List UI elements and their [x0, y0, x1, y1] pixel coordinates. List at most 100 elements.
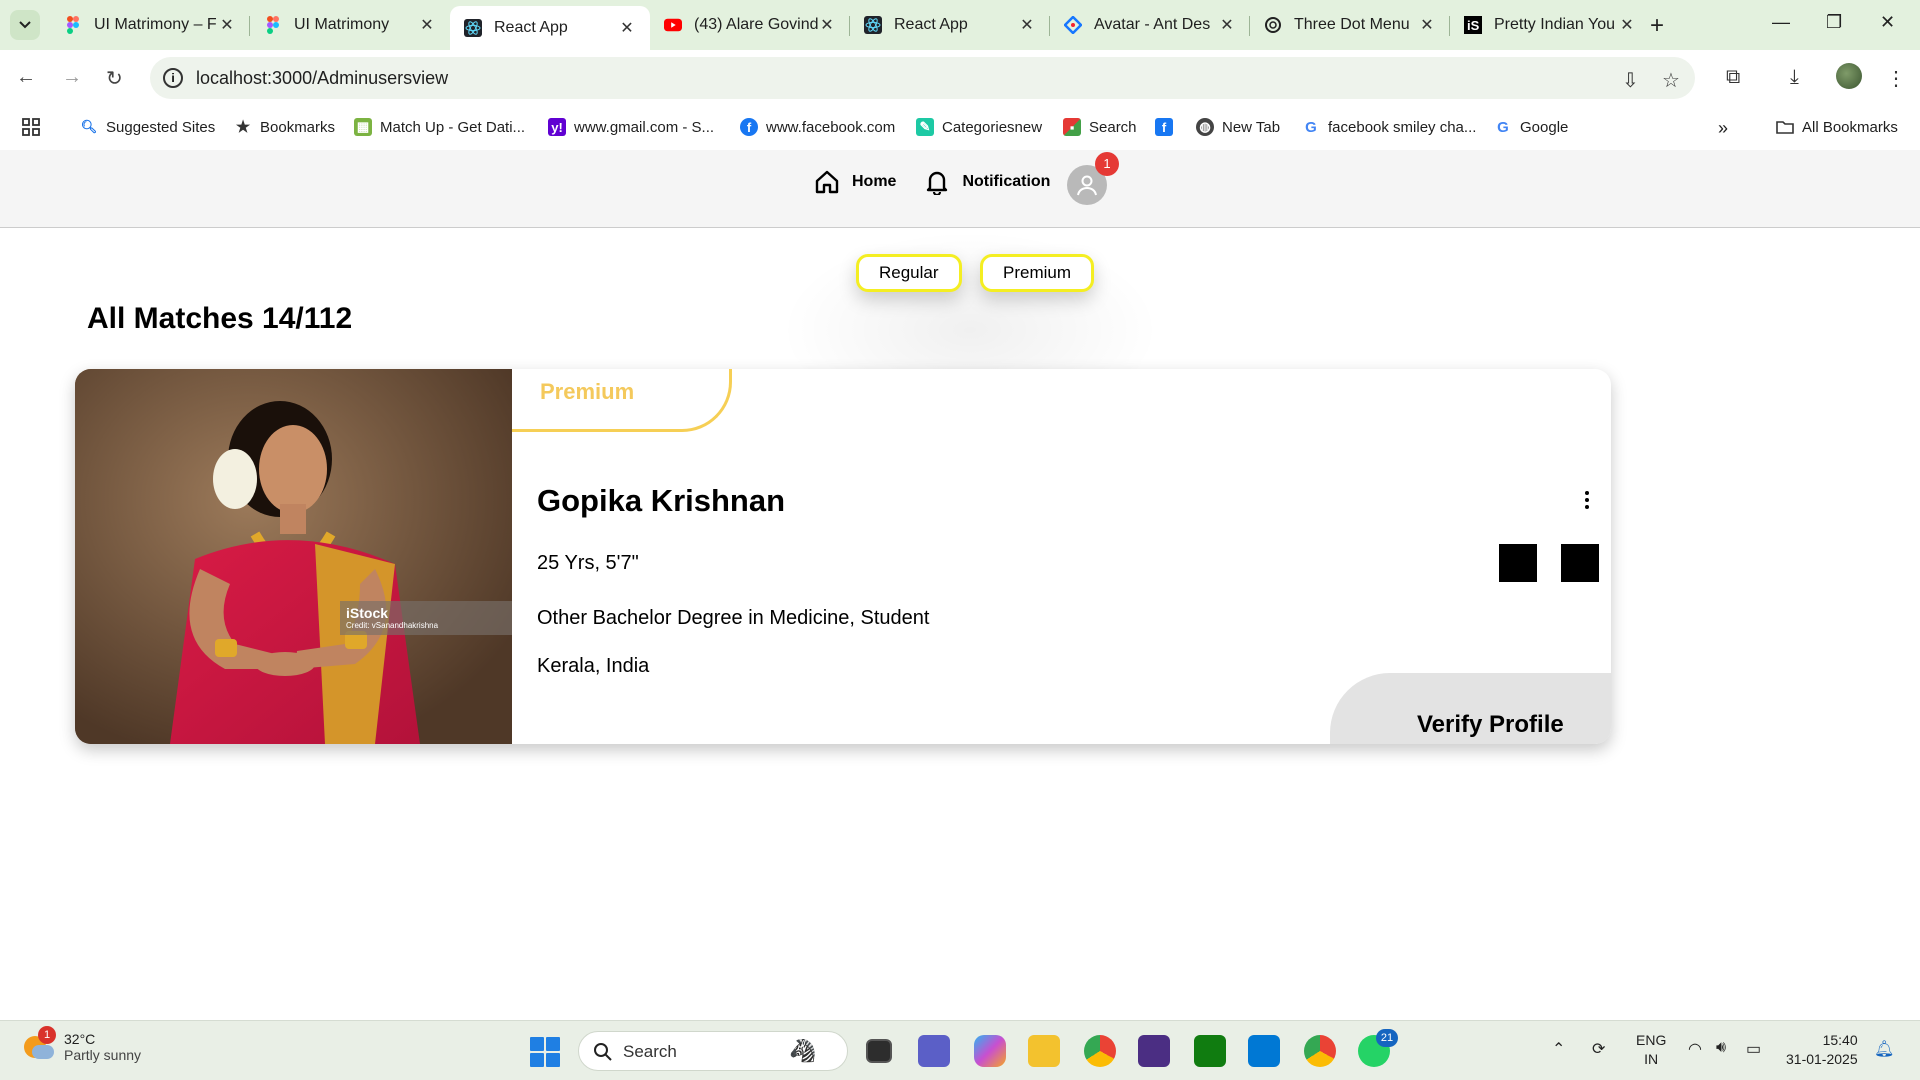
filter-premium-button[interactable]: Premium: [980, 254, 1095, 292]
profile-photo[interactable]: iStock Credit: vSanandhakrishna: [75, 369, 512, 744]
bookmark-suggested-sites[interactable]: 🔍︎ Suggested Sites: [80, 118, 216, 136]
notifications-bell-icon[interactable]: 🔔︎: [1874, 1039, 1894, 1059]
weather-widget[interactable]: 1 32°C Partly sunny: [24, 1026, 142, 1063]
battery-icon[interactable]: ▭: [1746, 1039, 1761, 1059]
bell-icon: [927, 171, 948, 195]
tab-title: Avatar - Ant Des: [1094, 16, 1211, 33]
file-explorer-icon[interactable]: [1028, 1035, 1060, 1067]
download-icon[interactable]: ⤓: [1790, 66, 1799, 89]
weather-badge: 1: [38, 1026, 56, 1044]
bookmark-facebook-smiley[interactable]: G facebook smiley cha...: [1302, 118, 1476, 136]
close-icon[interactable]: ✕: [1618, 15, 1636, 35]
install-app-icon[interactable]: ⇩: [1622, 68, 1639, 93]
bookmark-facebook[interactable]: f www.facebook.com: [740, 118, 895, 136]
bookmark-new-tab[interactable]: ◍ New Tab: [1196, 118, 1280, 136]
close-icon[interactable]: ✕: [618, 18, 636, 38]
close-icon[interactable]: ✕: [418, 15, 436, 35]
figma-icon: [64, 16, 82, 34]
nav-home[interactable]: Home: [814, 169, 896, 195]
apps-grid-icon[interactable]: [22, 118, 40, 136]
matchup-icon: ▦: [354, 118, 372, 136]
language-indicator[interactable]: ENG IN: [1636, 1031, 1666, 1069]
browser-profile-avatar[interactable]: [1836, 63, 1862, 89]
bookmark-facebook-square[interactable]: f: [1155, 118, 1173, 136]
restore-icon[interactable]: ❐: [1826, 12, 1842, 33]
lang-region: IN: [1644, 1051, 1659, 1067]
weather-temp: 32°C: [64, 1031, 96, 1047]
verify-profile-label[interactable]: Verify Profile: [1417, 711, 1564, 739]
action-square-1[interactable]: [1499, 544, 1537, 582]
minimize-icon[interactable]: —: [1772, 12, 1790, 33]
app-nav: Home Notification: [814, 169, 1078, 195]
url-text[interactable]: localhost:3000/Adminusersview: [196, 68, 448, 89]
bookmark-bookmarks[interactable]: ★ Bookmarks: [234, 118, 335, 137]
profile-card: iStock Credit: vSanandhakrishna Premium …: [75, 369, 1611, 744]
close-icon[interactable]: ✕: [218, 15, 236, 35]
profile-age-height: 25 Yrs, 5'7": [537, 552, 639, 574]
browser-menu-icon[interactable]: ⋮: [1886, 66, 1906, 91]
tray-chevron-up-icon[interactable]: ⌃: [1552, 1039, 1565, 1059]
youtube-icon: [664, 16, 682, 34]
clock-date: 31-01-2025: [1786, 1051, 1858, 1067]
nav-notification[interactable]: Notification: [924, 169, 1050, 195]
search-icon: 🔍︎: [80, 119, 98, 134]
teams-icon[interactable]: [918, 1035, 950, 1067]
new-tab-plus-icon[interactable]: +: [1650, 12, 1664, 40]
address-bar[interactable]: i localhost:3000/Adminusersview: [150, 57, 1695, 99]
system-clock[interactable]: 15:40 31-01-2025: [1786, 1031, 1858, 1069]
tab-avatar-antd[interactable]: Avatar - Ant Des ✕: [1050, 6, 1250, 44]
close-icon[interactable]: ✕: [818, 15, 836, 35]
bookmark-gmail[interactable]: y! www.gmail.com - S...: [548, 118, 714, 136]
tab-react-app-2[interactable]: React App ✕: [850, 6, 1050, 44]
tab-ui-matrimony[interactable]: UI Matrimony ✕: [250, 6, 450, 44]
bookmark-google[interactable]: G Google: [1494, 118, 1568, 136]
filter-regular-button[interactable]: Regular: [856, 254, 962, 292]
close-icon[interactable]: ✕: [1218, 15, 1236, 35]
tab-pretty-indian[interactable]: iS Pretty Indian You ✕: [1450, 6, 1650, 44]
svg-text:iS: iS: [1467, 18, 1480, 33]
back-arrow-icon[interactable]: ←: [16, 66, 36, 89]
chrome-profile-icon[interactable]: [1304, 1035, 1336, 1067]
action-square-2[interactable]: [1561, 544, 1599, 582]
taskbar-search[interactable]: Search 🦓: [578, 1031, 848, 1071]
facebook-icon: f: [740, 118, 758, 136]
tab-ui-matrimony-f[interactable]: UI Matrimony – F ✕: [50, 6, 250, 44]
volume-icon[interactable]: 🔊︎: [1716, 1039, 1726, 1057]
close-icon[interactable]: ✕: [1418, 15, 1436, 35]
bookmark-categoriesnew[interactable]: ✎ Categoriesnew: [916, 118, 1042, 136]
portrait-illustration: [75, 369, 512, 744]
weather-desc: Partly sunny: [64, 1047, 142, 1063]
reload-icon[interactable]: ↻: [106, 66, 123, 91]
extensions-icon[interactable]: ⧉: [1726, 66, 1740, 89]
tab-search-button[interactable]: [10, 10, 40, 40]
task-view-icon[interactable]: [866, 1039, 892, 1063]
all-bookmarks-label: All Bookmarks: [1802, 118, 1898, 136]
more-options-icon[interactable]: [1583, 491, 1591, 509]
forward-arrow-icon[interactable]: →: [62, 66, 82, 89]
globe-icon: ◍: [1196, 118, 1214, 136]
xbox-icon[interactable]: [1194, 1035, 1226, 1067]
copilot-icon[interactable]: [974, 1035, 1006, 1067]
tab-title: Pretty Indian You: [1494, 16, 1615, 33]
tab-youtube[interactable]: (43) Alare Govind ✕: [650, 6, 850, 44]
tab-title: UI Matrimony – F: [94, 16, 217, 33]
close-window-icon[interactable]: ✕: [1880, 12, 1895, 33]
wifi-icon[interactable]: ◠: [1688, 1039, 1702, 1059]
bookmark-search[interactable]: ▪ Search: [1063, 118, 1137, 136]
categories-icon: ✎: [916, 118, 934, 136]
tab-title: Three Dot Menu: [1294, 16, 1410, 33]
site-info-icon[interactable]: i: [163, 68, 183, 88]
sync-icon[interactable]: ⟳: [1592, 1039, 1605, 1059]
bookmark-star-icon[interactable]: ☆: [1662, 68, 1680, 93]
windows-start-icon[interactable]: [530, 1037, 560, 1067]
all-bookmarks-folder[interactable]: All Bookmarks: [1776, 118, 1898, 136]
tab-three-dot-menu[interactable]: Three Dot Menu ✕: [1250, 6, 1450, 44]
close-icon[interactable]: ✕: [1018, 15, 1036, 35]
bookmark-match-up[interactable]: ▦ Match Up - Get Dati...: [354, 118, 525, 136]
vscode-icon[interactable]: [1248, 1035, 1280, 1067]
tab-react-app-active[interactable]: React App ✕: [450, 6, 650, 50]
more-bookmarks-chevron-icon[interactable]: »: [1718, 118, 1728, 139]
chrome-icon[interactable]: [1084, 1035, 1116, 1067]
bookmark-label: www.facebook.com: [766, 118, 896, 136]
vpn-app-icon[interactable]: [1138, 1035, 1170, 1067]
